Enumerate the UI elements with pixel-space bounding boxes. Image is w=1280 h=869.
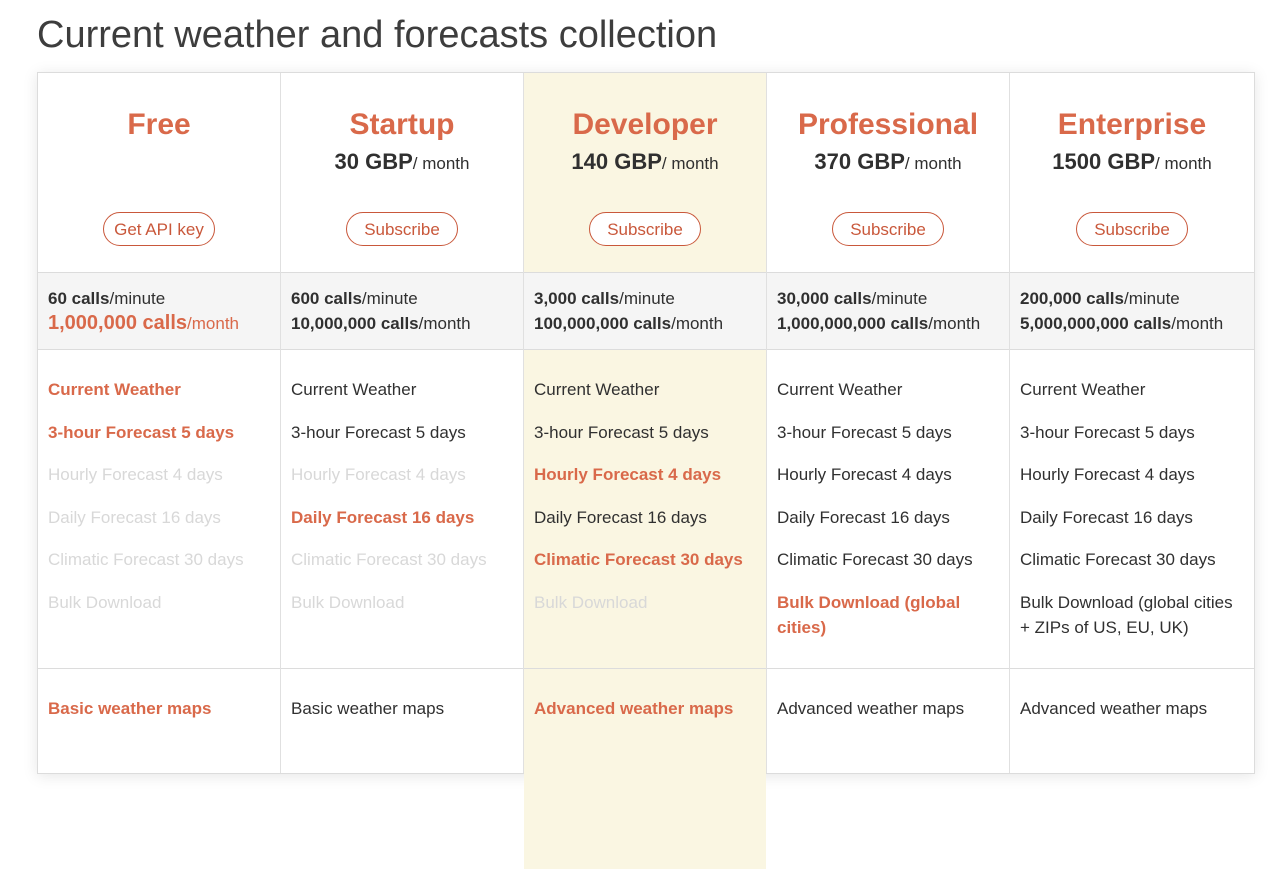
feature-item: Current Weather: [1020, 380, 1146, 399]
feature-item: Bulk Download (global cities + ZIPs of U…: [1020, 592, 1233, 637]
plan-price-line: [38, 147, 280, 177]
feature-item: Bulk Download (global cities): [777, 592, 961, 637]
plan-maps: Advanced weather maps: [1010, 669, 1254, 869]
maps-item: Basic weather maps: [291, 699, 445, 718]
subscribe-button-enterprise[interactable]: Subscribe: [1076, 212, 1188, 246]
plan-calls: 600 calls/minute 10,000,000 calls/month: [281, 273, 523, 350]
feature-item: Hourly Forecast 4 days: [534, 465, 722, 485]
feature-item: Climatic Forecast 30 days: [291, 550, 487, 570]
plan-price-line: 370 GBP/ month: [767, 147, 1009, 177]
feature-item: 3-hour Forecast 5 days: [1020, 422, 1195, 442]
feature-item: Climatic Forecast 30 days: [777, 550, 973, 570]
feature-item: Current Weather: [48, 380, 181, 399]
page-title: Current weather and forecasts collection: [37, 14, 718, 56]
feature-item: 3-hour Forecast 5 days: [777, 422, 952, 442]
plan-price-line: 30 GBP/ month: [281, 147, 523, 177]
plan-header: Enterprise 1500 GBP/ month Subscribe: [1010, 73, 1254, 273]
feature-item: Daily Forecast 16 days: [1020, 507, 1193, 527]
feature-item: Hourly Forecast 4 days: [48, 465, 223, 485]
calls-per-month: 5,000,000,000 calls/month: [1020, 314, 1224, 333]
plan-features: Current Weather 3-hour Forecast 5 days H…: [767, 350, 1009, 669]
plan-maps: Advanced weather maps: [524, 669, 766, 869]
feature-item: Current Weather: [777, 380, 903, 399]
subscribe-button-professional[interactable]: Subscribe: [832, 212, 944, 246]
plan-price-line: 140 GBP/ month: [524, 147, 766, 177]
feature-item: 3-hour Forecast 5 days: [48, 422, 235, 442]
subscribe-button-developer[interactable]: Subscribe: [589, 212, 701, 246]
plan-maps: Basic weather maps: [38, 669, 280, 869]
plan-column-professional: Professional 370 GBP/ month Subscribe 30…: [767, 73, 1010, 773]
feature-item: Bulk Download: [48, 592, 162, 612]
plan-name: Free: [127, 108, 191, 141]
plan-period: / month: [904, 154, 962, 173]
plan-price: 370 GBP: [814, 149, 905, 174]
plan-features: Current Weather 3-hour Forecast 5 days H…: [1010, 350, 1254, 669]
calls-per-month: 10,000,000 calls/month: [291, 314, 471, 333]
calls-per-minute: 600 calls/minute: [291, 289, 418, 308]
maps-item: Advanced weather maps: [1020, 699, 1208, 718]
plan-price: 140 GBP: [571, 149, 662, 174]
get-api-key-button[interactable]: Get API key: [103, 212, 215, 246]
plan-header: Professional 370 GBP/ month Subscribe: [767, 73, 1009, 273]
plan-column-developer: Developer 140 GBP/ month Subscribe 3,000…: [524, 73, 767, 869]
feature-item: Hourly Forecast 4 days: [777, 465, 952, 485]
feature-item: 3-hour Forecast 5 days: [534, 422, 709, 442]
calls-per-month: 100,000,000 calls/month: [534, 314, 724, 333]
feature-item: Climatic Forecast 30 days: [534, 550, 743, 570]
plan-features: Current Weather 3-hour Forecast 5 days H…: [524, 350, 766, 669]
plan-price-line: 1500 GBP/ month: [1010, 147, 1254, 177]
calls-per-minute: 3,000 calls/minute: [534, 289, 675, 308]
feature-item: Daily Forecast 16 days: [48, 507, 221, 527]
maps-item: Advanced weather maps: [534, 699, 734, 718]
plan-period: / month: [412, 154, 470, 173]
plan-features: Current Weather 3-hour Forecast 5 days H…: [38, 350, 280, 669]
plan-calls: 30,000 calls/minute 1,000,000,000 calls/…: [767, 273, 1009, 350]
plan-maps: Basic weather maps: [281, 669, 523, 869]
plan-price: 30 GBP: [334, 149, 413, 174]
subscribe-button-startup[interactable]: Subscribe: [346, 212, 458, 246]
plan-name: Developer: [572, 108, 718, 141]
plan-calls: 3,000 calls/minute 100,000,000 calls/mon…: [524, 273, 766, 350]
feature-item: Hourly Forecast 4 days: [1020, 465, 1195, 485]
feature-item: Daily Forecast 16 days: [534, 507, 707, 527]
feature-item: Daily Forecast 16 days: [291, 507, 475, 527]
plan-header: Startup 30 GBP/ month Subscribe: [281, 73, 523, 273]
feature-item: Bulk Download: [291, 592, 405, 612]
plan-maps: Advanced weather maps: [767, 669, 1009, 869]
plan-name: Startup: [349, 108, 455, 141]
plan-period: / month: [1155, 154, 1212, 173]
plan-header: Developer 140 GBP/ month Subscribe: [524, 73, 766, 273]
plan-name: Enterprise: [1057, 108, 1207, 141]
plan-column-free: Free Get API key 60 calls/minute 1,000,0…: [38, 73, 281, 773]
plan-calls: 200,000 calls/minute 5,000,000,000 calls…: [1010, 273, 1254, 350]
maps-item: Basic weather maps: [48, 699, 212, 718]
calls-per-minute: 30,000 calls/minute: [777, 289, 928, 308]
calls-per-minute: 60 calls/minute: [48, 289, 166, 308]
feature-item: Hourly Forecast 4 days: [291, 465, 466, 485]
calls-per-month: 1,000,000,000 calls/month: [777, 314, 981, 333]
calls-per-minute: 200,000 calls/minute: [1020, 289, 1180, 308]
plan-price: 1500 GBP: [1052, 149, 1156, 174]
plan-features: Current Weather 3-hour Forecast 5 days H…: [281, 350, 523, 669]
maps-item: Advanced weather maps: [777, 699, 965, 718]
feature-item: 3-hour Forecast 5 days: [291, 422, 466, 442]
pricing-table: Free Get API key 60 calls/minute 1,000,0…: [37, 72, 1255, 869]
feature-item: Climatic Forecast 30 days: [48, 550, 244, 570]
calls-per-month: 1,000,000 calls/month: [48, 312, 240, 334]
plan-period: / month: [661, 154, 719, 173]
plan-name: Professional: [797, 108, 979, 141]
feature-item: Current Weather: [534, 380, 660, 399]
feature-item: Daily Forecast 16 days: [777, 507, 950, 527]
plan-calls: 60 calls/minute 1,000,000 calls/month: [38, 273, 280, 350]
feature-item: Climatic Forecast 30 days: [1020, 550, 1216, 570]
plan-header: Free Get API key: [38, 73, 280, 273]
feature-item: Current Weather: [291, 380, 417, 399]
plan-column-startup: Startup 30 GBP/ month Subscribe 600 call…: [281, 73, 524, 773]
feature-item: Bulk Download: [534, 592, 648, 612]
plan-column-enterprise: Enterprise 1500 GBP/ month Subscribe 200…: [1010, 73, 1254, 773]
